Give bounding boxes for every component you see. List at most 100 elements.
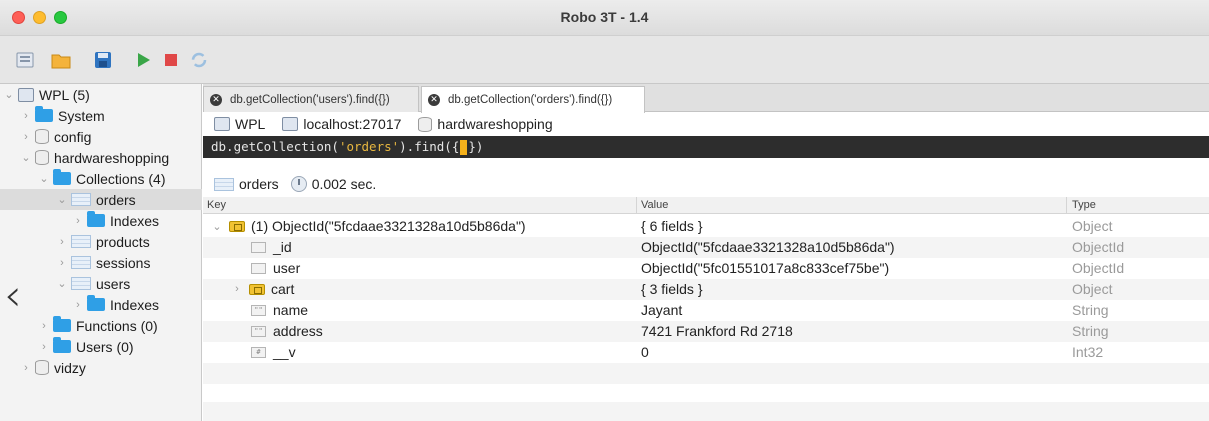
row-type: Object [1072, 281, 1113, 297]
folder-icon [35, 106, 53, 122]
expand-chevron-icon[interactable]: ⌄ [56, 193, 68, 206]
collapse-chevron-icon[interactable]: › [20, 110, 32, 122]
collapse-chevron-icon[interactable]: › [231, 283, 243, 295]
result-collection-name: orders [239, 176, 279, 192]
tree-item-wpl[interactable]: ⌄ WPL (5) [0, 84, 202, 105]
breadcrumb-connection-label: WPL [235, 116, 266, 132]
tree-item-users[interactable]: ⌄ users [0, 273, 202, 294]
query-time: 0.002 sec. [311, 176, 377, 192]
tree-item-sessions[interactable]: › sessions [0, 252, 202, 273]
collapse-chevron-icon[interactable]: › [38, 341, 50, 353]
tree-item-label: WPL (5) [39, 86, 90, 103]
save-icon[interactable] [92, 49, 114, 71]
query-method: ).find( [399, 139, 452, 154]
folder-icon [87, 211, 105, 227]
clock-icon [290, 176, 307, 192]
row-key: _id [273, 239, 292, 255]
tree-item-label: users [96, 275, 131, 292]
tree-item-collections[interactable]: ⌄ Collections (4) [0, 168, 202, 189]
tree-item-users-indexes[interactable]: › Indexes [0, 294, 202, 315]
collapse-chevron-icon[interactable]: › [56, 257, 68, 269]
tree-item-functions[interactable]: › Functions (0) [0, 315, 202, 336]
tree-item-label: System [58, 107, 105, 124]
back-chevron-icon[interactable]: ‹ [4, 274, 22, 318]
expand-chevron-icon[interactable]: ⌄ [20, 151, 32, 164]
row-value: 0 [641, 344, 649, 360]
row-key: (1) ObjectId("5fcdaae3321328a10d5b86da") [251, 218, 526, 234]
close-tab-icon[interactable]: ✕ [210, 93, 222, 106]
stop-icon[interactable] [160, 49, 182, 71]
column-divider[interactable] [636, 197, 637, 214]
table-row[interactable]: user ObjectId("5fc01551017a8c833cef75be"… [203, 258, 1209, 279]
tree-item-vidzy[interactable]: › vidzy [0, 357, 202, 378]
header-value[interactable]: Value [641, 199, 668, 211]
breadcrumb-host-label: localhost:27017 [303, 116, 402, 132]
expand-chevron-icon[interactable]: ⌄ [3, 88, 15, 101]
collection-icon [71, 277, 91, 290]
tab-orders-query[interactable]: ✕ db.getCollection('orders').find({}) [421, 86, 645, 113]
tree-item-label: vidzy [54, 359, 86, 376]
database-icon [35, 150, 49, 165]
tree-item-products[interactable]: › products [0, 231, 202, 252]
collapse-chevron-icon[interactable]: › [56, 236, 68, 248]
table-row[interactable]: _id ObjectId("5fcdaae3321328a10d5b86da")… [203, 237, 1209, 258]
object-icon [229, 220, 245, 232]
field-icon [251, 262, 266, 274]
breadcrumb-database[interactable]: hardwareshopping [415, 116, 553, 132]
header-type[interactable]: Type [1072, 199, 1096, 211]
row-value: { 6 fields } [641, 218, 703, 234]
open-folder-icon[interactable] [50, 49, 72, 71]
database-icon [35, 129, 49, 144]
breadcrumb-connection[interactable]: WPL [211, 116, 265, 132]
collapse-chevron-icon[interactable]: › [72, 299, 84, 311]
run-icon[interactable] [132, 49, 154, 71]
host-icon [282, 117, 299, 131]
tree-item-label: products [96, 233, 150, 250]
breadcrumb-host[interactable]: localhost:27017 [279, 116, 401, 132]
folder-icon [53, 337, 71, 353]
table-row[interactable]: # __v 0 Int32 [203, 342, 1209, 363]
table-row[interactable]: "" name Jayant String [203, 300, 1209, 321]
database-icon [35, 360, 49, 375]
results-table: Key Value Type ⌄ (1) ObjectId("5fcdaae33… [203, 197, 1209, 421]
row-type: String [1072, 323, 1109, 339]
row-value: ObjectId("5fc01551017a8c833cef75be") [641, 260, 890, 276]
refresh-icon[interactable] [188, 49, 210, 71]
result-info-bar: orders 0.002 sec. [203, 171, 1209, 197]
row-key: user [273, 260, 301, 276]
column-divider[interactable] [1066, 197, 1067, 214]
header-key[interactable]: Key [207, 199, 226, 211]
tree-item-hardwareshopping[interactable]: ⌄ hardwareshopping [0, 147, 202, 168]
folder-icon [53, 169, 71, 185]
collapse-chevron-icon[interactable]: › [72, 215, 84, 227]
row-value: ObjectId("5fcdaae3321328a10d5b86da") [641, 239, 895, 255]
expand-chevron-icon[interactable]: ⌄ [211, 220, 223, 233]
tree-item-config[interactable]: › config [0, 126, 202, 147]
table-row[interactable]: › cart { 3 fields } Object [203, 279, 1209, 300]
expand-chevron-icon[interactable]: ⌄ [56, 277, 68, 290]
tree-item-label: Users (0) [76, 338, 134, 355]
object-icon [249, 283, 265, 295]
tab-users-query[interactable]: ✕ db.getCollection('users').find({}) [203, 86, 419, 112]
collapse-chevron-icon[interactable]: › [38, 320, 50, 332]
server-icon [18, 87, 34, 102]
collapse-chevron-icon[interactable]: › [20, 131, 32, 143]
tree-item-orders-indexes[interactable]: › Indexes [0, 210, 202, 231]
connect-icon[interactable] [14, 49, 36, 71]
server-icon [214, 117, 230, 131]
table-row[interactable]: "" address 7421 Frankford Rd 2718 String [203, 321, 1209, 342]
tree-item-db-users[interactable]: › Users (0) [0, 336, 202, 357]
query-editor[interactable]: db.getCollection('orders').find({}) [203, 136, 1209, 158]
row-type: ObjectId [1072, 260, 1125, 276]
row-type: ObjectId [1072, 239, 1125, 255]
tree-item-orders[interactable]: ⌄ orders [0, 189, 202, 210]
close-tab-icon[interactable]: ✕ [428, 94, 440, 106]
tree-item-system[interactable]: › System [0, 105, 202, 126]
tree-item-label: orders [96, 191, 136, 208]
tree-item-label: hardwareshopping [54, 149, 170, 166]
row-type: Object [1072, 218, 1113, 234]
expand-chevron-icon[interactable]: ⌄ [38, 172, 50, 185]
query-tabs: ✕ db.getCollection('users').find({}) ✕ d… [203, 84, 1209, 113]
collapse-chevron-icon[interactable]: › [20, 362, 32, 374]
table-row[interactable]: ⌄ (1) ObjectId("5fcdaae3321328a10d5b86da… [203, 216, 1209, 237]
